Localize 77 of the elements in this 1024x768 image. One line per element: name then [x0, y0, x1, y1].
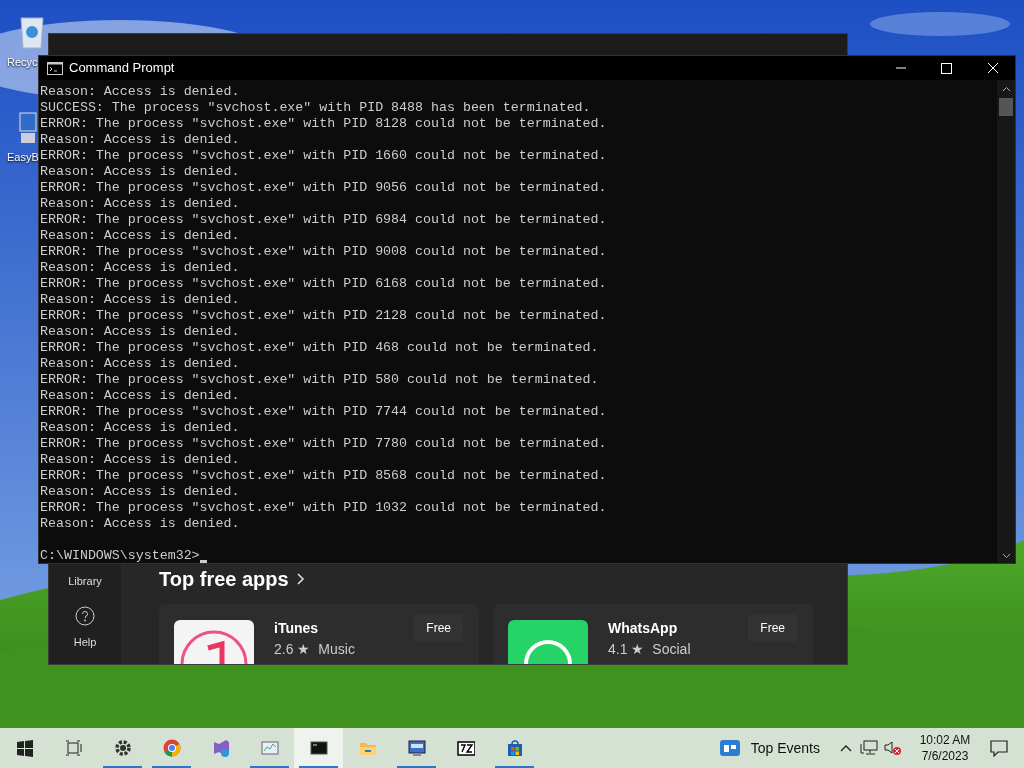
clock-date[interactable]: 7/6/2023 [921, 748, 969, 764]
console-line: ERROR: The process "svchost.exe" with PID 8128 could not be terminated. [40, 116, 608, 132]
console-line: ERROR: The process "svchost.exe" with PID 468 could not be terminated. [40, 340, 600, 356]
window-title: Command Prompt [69, 59, 175, 78]
close-icon[interactable] [987, 62, 999, 74]
console-line: ERROR: The process "svchost.exe" with PID 580 could not be terminated. [40, 372, 600, 388]
store-bag-icon [505, 739, 524, 757]
computer-icon[interactable] [19, 109, 37, 145]
archive-icon [456, 739, 475, 757]
app-card[interactable]: iTunes 2.6 ★ Music Free [159, 604, 479, 664]
console-icon [309, 739, 328, 757]
app-category: Social [652, 641, 691, 657]
console-line: ERROR: The process "svchost.exe" with PID 8568 could not be terminated. [40, 468, 608, 484]
ribbon-icon [211, 739, 230, 757]
task-view-icon [64, 739, 83, 757]
recycle-bin-icon[interactable] [19, 14, 45, 50]
app-rating: 2.6 ★ [274, 641, 311, 657]
chevron-up-icon[interactable] [840, 744, 852, 752]
nav-label[interactable]: Library [68, 573, 102, 590]
console-line: Reason: Access is denied. [40, 356, 241, 372]
price-button[interactable]: Free [748, 614, 797, 642]
console-line: Reason: Access is denied. [40, 228, 241, 244]
console-line: Reason: Access is denied. [40, 132, 241, 148]
taskbar-button[interactable] [294, 728, 343, 768]
chevron-right-icon[interactable] [296, 573, 305, 585]
scroll-down-icon[interactable] [1001, 553, 1011, 559]
chrome-icon [162, 739, 181, 757]
chart-window-icon [260, 739, 279, 757]
section-title: Top free apps [159, 568, 289, 590]
network-window-icon [407, 739, 426, 757]
scrollbar[interactable] [997, 80, 1015, 563]
music-note-icon [174, 620, 254, 664]
app-rating: 4.1 ★ [608, 641, 645, 657]
console-line: Reason: Access is denied. [40, 324, 241, 340]
console-line: Reason: Access is denied. [40, 388, 241, 404]
console-line: ERROR: The process "svchost.exe" with PID 6984 could not be terminated. [40, 212, 608, 228]
console-line: ERROR: The process "svchost.exe" with PID 2128 could not be terminated. [40, 308, 608, 324]
console-line: SUCCESS: The process "svchost.exe" with PID 8488 has been terminated. [40, 100, 592, 116]
command-prompt[interactable]: C:\WINDOWS\system32> [40, 548, 200, 564]
text-cursor [199, 560, 207, 563]
console-line: Reason: Access is denied. [40, 484, 241, 500]
notifications-icon[interactable] [990, 739, 1008, 757]
app-card[interactable]: WhatsApp 4.1 ★ Social Free [493, 604, 813, 664]
console-line: Reason: Access is denied. [40, 292, 241, 308]
console-line: ERROR: The process "svchost.exe" with PID 1660 could not be terminated. [40, 148, 608, 164]
app-category: Music [318, 641, 355, 657]
console-line: Reason: Access is denied. [40, 420, 241, 436]
console-line: Reason: Access is denied. [40, 516, 241, 532]
console-line: Reason: Access is denied. [40, 260, 241, 276]
network-icon[interactable] [860, 740, 878, 756]
help-icon[interactable] [75, 605, 95, 626]
app-name: WhatsApp [608, 620, 679, 637]
scroll-up-icon[interactable] [1001, 86, 1011, 92]
console-line: Reason: Access is denied. [40, 84, 241, 100]
nav-label[interactable]: Help [73, 633, 97, 650]
console-line: Reason: Access is denied. [40, 196, 241, 212]
muted-speaker-icon[interactable] [884, 740, 902, 756]
maximize-icon[interactable] [941, 62, 952, 74]
calendar-icon [718, 739, 741, 757]
gear-icon [113, 739, 132, 757]
chat-bubble-icon [508, 620, 588, 664]
console-line: Reason: Access is denied. [40, 452, 241, 468]
icon-label[interactable]: EasyB [7, 151, 39, 164]
news-widget[interactable]: Top Events [710, 728, 828, 768]
app-name: iTunes [274, 620, 320, 637]
console-line: ERROR: The process "svchost.exe" with PID 6168 could not be terminated. [40, 276, 608, 292]
scroll-thumb[interactable] [999, 98, 1013, 116]
console-icon [47, 61, 63, 75]
console-line: ERROR: The process "svchost.exe" with PID 7780 could not be terminated. [40, 436, 608, 452]
price-button[interactable]: Free [414, 614, 463, 642]
console-line: ERROR: The process "svchost.exe" with PID 9056 could not be terminated. [40, 180, 608, 196]
clock-time[interactable]: 10:02 AM [919, 732, 971, 748]
console-line: ERROR: The process "svchost.exe" with PID 9008 could not be terminated. [40, 244, 608, 260]
console-line: ERROR: The process "svchost.exe" with PID 7744 could not be terminated. [40, 404, 608, 420]
windows-logo-icon [15, 739, 34, 757]
console-line: ERROR: The process "svchost.exe" with PID 1032 could not be terminated. [40, 500, 608, 516]
console-line: Reason: Access is denied. [40, 164, 241, 180]
